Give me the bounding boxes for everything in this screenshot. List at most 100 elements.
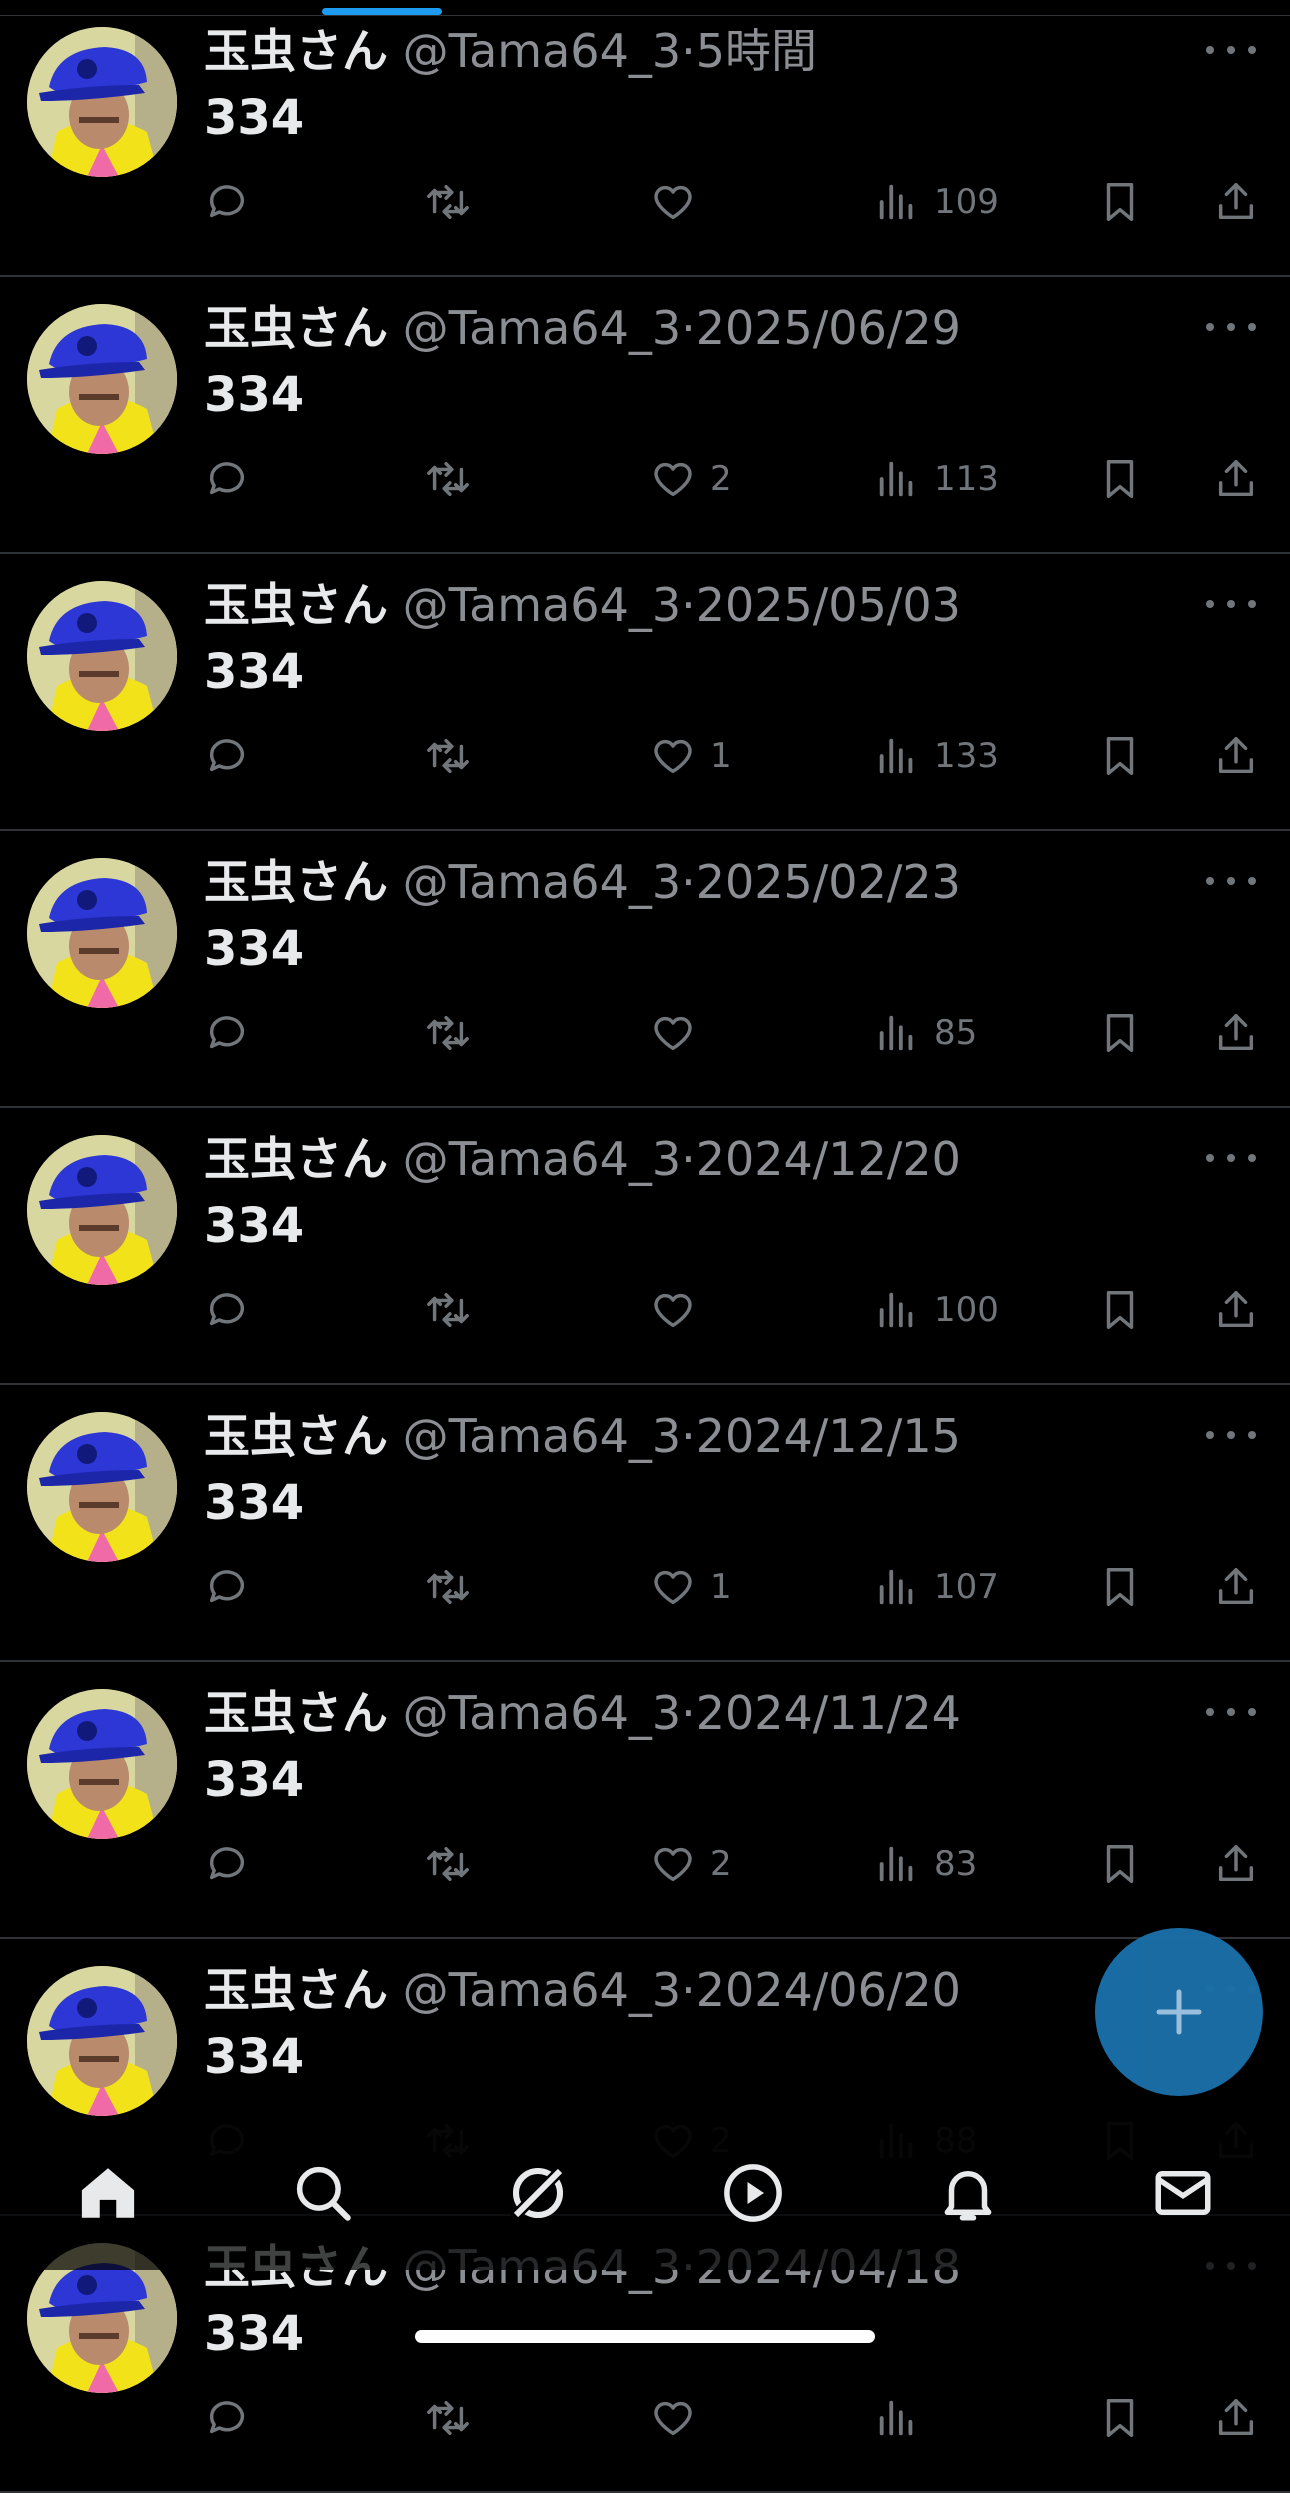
post[interactable]: 玉虫さん @Tama64_3·2024/12/15 334 1 107: [0, 1385, 1290, 1662]
reply-button[interactable]: [204, 172, 264, 232]
post[interactable]: 玉虫さん @Tama64_3·2024/12/20 334 100: [0, 1108, 1290, 1385]
bookmark-button[interactable]: [1097, 1280, 1143, 1340]
like-button[interactable]: 1: [650, 1557, 732, 1617]
post-time[interactable]: 2024/12/15: [696, 1409, 961, 1463]
like-button[interactable]: 1: [650, 726, 732, 786]
avatar[interactable]: [27, 1135, 177, 1285]
tab-messages[interactable]: [1148, 2158, 1218, 2228]
author-handle[interactable]: @Tama64_3: [403, 1132, 681, 1186]
share-button[interactable]: [1213, 2388, 1259, 2448]
post[interactable]: 玉虫さん @Tama64_3·2024/11/24 334 2 83: [0, 1662, 1290, 1939]
author-name[interactable]: 玉虫さん: [204, 855, 388, 909]
more-icon[interactable]: [1206, 584, 1256, 624]
avatar[interactable]: [27, 27, 177, 177]
post[interactable]: 玉虫さん @Tama64_3·2025/05/03 334 1 133: [0, 554, 1290, 831]
author-name[interactable]: 玉虫さん: [204, 1409, 388, 1463]
author-name[interactable]: 玉虫さん: [204, 24, 388, 78]
author-handle[interactable]: @Tama64_3: [403, 578, 681, 632]
share-button[interactable]: [1213, 1557, 1259, 1617]
reply-button[interactable]: [204, 726, 264, 786]
retweet-button[interactable]: [425, 1557, 485, 1617]
more-icon[interactable]: [1206, 307, 1256, 347]
reply-button[interactable]: [204, 1003, 264, 1063]
avatar[interactable]: [27, 1689, 177, 1839]
avatar[interactable]: [27, 1966, 177, 2116]
views-button[interactable]: 107: [874, 1557, 999, 1617]
tab-grok[interactable]: [503, 2158, 573, 2228]
share-button[interactable]: [1213, 1834, 1259, 1894]
views-button[interactable]: [874, 2388, 934, 2448]
post[interactable]: 玉虫さん @Tama64_3·2025/02/23 334 85: [0, 831, 1290, 1108]
post-time[interactable]: 2024/12/20: [696, 1132, 961, 1186]
post-time[interactable]: 2024/06/20: [696, 1963, 961, 2017]
bookmark-button[interactable]: [1097, 2388, 1143, 2448]
tab-search[interactable]: [288, 2158, 358, 2228]
retweet-button[interactable]: [425, 1280, 485, 1340]
like-button[interactable]: [650, 1280, 710, 1340]
author-handle[interactable]: @Tama64_3: [403, 1963, 681, 2017]
more-icon[interactable]: [1206, 861, 1256, 901]
post-time[interactable]: 2025/06/29: [696, 301, 961, 355]
author-name[interactable]: 玉虫さん: [204, 301, 388, 355]
avatar[interactable]: [27, 858, 177, 1008]
avatar[interactable]: [27, 304, 177, 454]
views-button[interactable]: 113: [874, 449, 999, 509]
author-name[interactable]: 玉虫さん: [204, 578, 388, 632]
like-button[interactable]: [650, 172, 710, 232]
share-button[interactable]: [1213, 1003, 1259, 1063]
tab-video[interactable]: [718, 2158, 788, 2228]
bookmark-button[interactable]: [1097, 1557, 1143, 1617]
like-button[interactable]: 2: [650, 1834, 732, 1894]
like-button[interactable]: [650, 2388, 710, 2448]
avatar[interactable]: [27, 581, 177, 731]
post[interactable]: 玉虫さん @Tama64_3·2025/06/29 334 2 113: [0, 277, 1290, 554]
retweet-button[interactable]: [425, 2388, 485, 2448]
share-button[interactable]: [1213, 1280, 1259, 1340]
bookmark-button[interactable]: [1097, 449, 1143, 509]
more-icon[interactable]: [1206, 30, 1256, 70]
views-button[interactable]: 109: [874, 172, 999, 232]
reply-button[interactable]: [204, 449, 264, 509]
views-button[interactable]: 100: [874, 1280, 999, 1340]
retweet-button[interactable]: [425, 1834, 485, 1894]
reply-button[interactable]: [204, 1280, 264, 1340]
post-time[interactable]: 2025/05/03: [696, 578, 961, 632]
post[interactable]: 玉虫さん @Tama64_3·5時間 334 109: [0, 0, 1290, 277]
reply-button[interactable]: [204, 2388, 264, 2448]
like-button[interactable]: 2: [650, 449, 732, 509]
views-button[interactable]: 133: [874, 726, 999, 786]
author-handle[interactable]: @Tama64_3: [403, 1686, 681, 1740]
retweet-button[interactable]: [425, 726, 485, 786]
retweet-button[interactable]: [425, 449, 485, 509]
share-button[interactable]: [1213, 726, 1259, 786]
retweet-button[interactable]: [425, 172, 485, 232]
post-time[interactable]: 5時間: [696, 24, 817, 78]
author-handle[interactable]: @Tama64_3: [403, 855, 681, 909]
share-button[interactable]: [1213, 172, 1259, 232]
bookmark-button[interactable]: [1097, 1834, 1143, 1894]
tab-notifications[interactable]: [933, 2158, 1003, 2228]
post-time[interactable]: 2025/02/23: [696, 855, 961, 909]
post-time[interactable]: 2024/11/24: [696, 1686, 961, 1740]
more-icon[interactable]: [1206, 1138, 1256, 1178]
author-name[interactable]: 玉虫さん: [204, 1686, 388, 1740]
more-icon[interactable]: [1206, 1415, 1256, 1455]
author-name[interactable]: 玉虫さん: [204, 1132, 388, 1186]
tab-home[interactable]: [73, 2158, 143, 2228]
compose-button[interactable]: [1095, 1928, 1263, 2096]
bookmark-button[interactable]: [1097, 726, 1143, 786]
author-handle[interactable]: @Tama64_3: [403, 24, 681, 78]
like-button[interactable]: [650, 1003, 710, 1063]
avatar[interactable]: [27, 1412, 177, 1562]
share-button[interactable]: [1213, 449, 1259, 509]
views-button[interactable]: 83: [874, 1834, 977, 1894]
reply-button[interactable]: [204, 1834, 264, 1894]
reply-button[interactable]: [204, 1557, 264, 1617]
author-name[interactable]: 玉虫さん: [204, 1963, 388, 2017]
author-handle[interactable]: @Tama64_3: [403, 301, 681, 355]
retweet-button[interactable]: [425, 1003, 485, 1063]
more-icon[interactable]: [1206, 1692, 1256, 1732]
bookmark-button[interactable]: [1097, 172, 1143, 232]
views-button[interactable]: 85: [874, 1003, 977, 1063]
author-handle[interactable]: @Tama64_3: [403, 1409, 681, 1463]
